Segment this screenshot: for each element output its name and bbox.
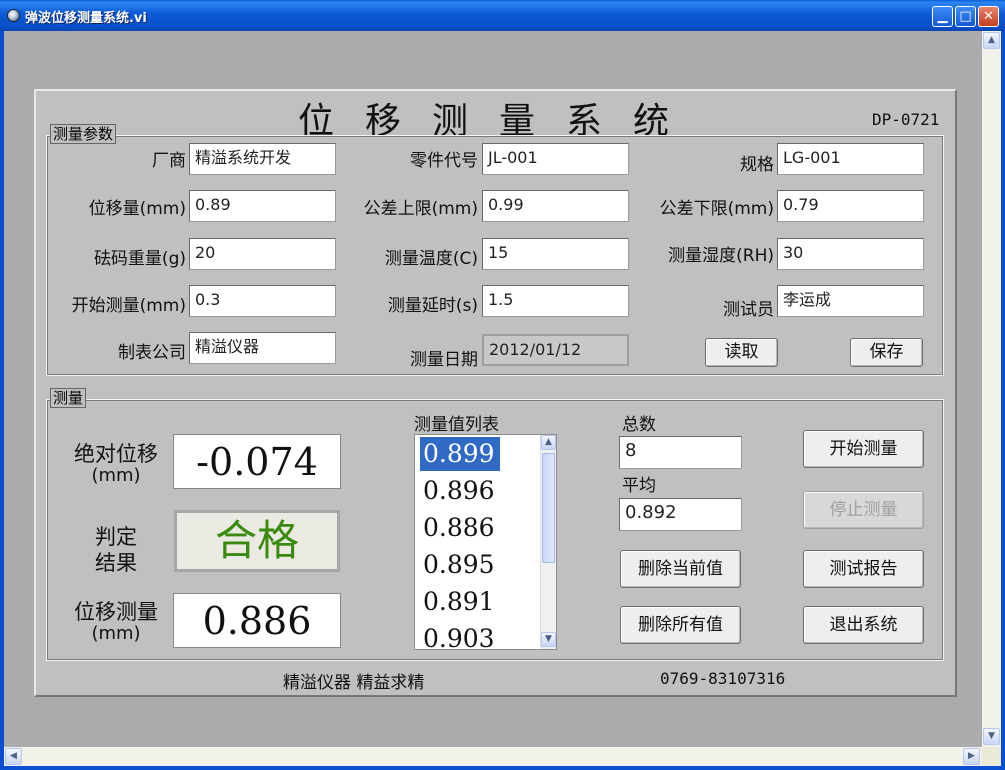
manufacturer-label: 厂商 (152, 151, 186, 171)
average-label: 平均 (622, 476, 656, 496)
lower-tolerance-field[interactable]: 0.79 (777, 190, 924, 222)
date-label: 测量日期 (410, 350, 478, 370)
weight-label: 砝码重量(g) (93, 249, 186, 269)
footer-company: 精溢仪器 精益求精 (283, 673, 425, 693)
close-button[interactable]: ✕ (978, 6, 999, 27)
delay-label: 测量延时(s) (387, 296, 478, 316)
upper-tolerance-field[interactable]: 0.99 (482, 190, 629, 222)
list-item[interactable]: 0.886 (420, 511, 536, 545)
judge-label: 结果 (95, 551, 137, 575)
maximize-icon: □ (959, 9, 972, 24)
delay-field[interactable]: 1.5 (482, 285, 629, 317)
company-field[interactable]: 精溢仪器 (189, 332, 336, 364)
displacement-measure-unit: (mm) (91, 623, 141, 644)
displacement-measure-label: 位移测量 (74, 600, 158, 624)
measure-list-label: 测量值列表 (414, 415, 499, 435)
read-button[interactable]: 读取 (705, 338, 778, 367)
list-scroll-thumb[interactable] (542, 453, 555, 563)
exit-button[interactable]: 退出系统 (803, 606, 924, 644)
measure-group-label: 测量 (50, 388, 87, 408)
tester-field[interactable]: 李运成 (777, 285, 924, 317)
humidity-label: 测量湿度(RH) (668, 246, 774, 266)
list-item[interactable]: 0.903 (420, 622, 536, 649)
scroll-down-icon[interactable]: ▼ (983, 728, 1000, 745)
spec-label: 规格 (740, 155, 774, 175)
window-title: 弹波位移测量系统.vi (25, 11, 147, 26)
list-item[interactable]: 0.896 (420, 474, 536, 508)
list-scroll-up-icon[interactable]: ▲ (541, 435, 556, 450)
scroll-corner (982, 747, 1001, 766)
list-scrollbar[interactable]: ▲ ▼ (540, 435, 556, 649)
abs-displacement-label: 绝对位移 (74, 442, 158, 466)
close-icon: ✕ (983, 9, 994, 24)
window-frame (1001, 31, 1005, 770)
displacement-label: 位移量(mm) (88, 199, 186, 219)
list-item[interactable]: 0.891 (420, 585, 536, 619)
scroll-right-icon[interactable]: ▶ (963, 748, 980, 765)
start-measure-field[interactable]: 0.3 (189, 285, 336, 317)
average-field: 0.892 (619, 498, 742, 531)
app-icon[interactable] (7, 9, 20, 22)
scroll-up-icon[interactable]: ▲ (983, 32, 1000, 49)
minimize-icon: ▁ (937, 9, 948, 24)
part-code-field[interactable]: JL-001 (482, 143, 629, 175)
displacement-field[interactable]: 0.89 (189, 190, 336, 222)
window-frame (0, 766, 1005, 770)
stop-measure-button[interactable]: 停止测量 (803, 491, 924, 529)
displacement-measure-display: 0.886 (173, 593, 341, 648)
total-field: 8 (619, 436, 742, 469)
lower-tolerance-label: 公差下限(mm) (659, 199, 774, 219)
footer-phone: 0769-83107316 (660, 669, 786, 688)
start-measure-button[interactable]: 开始测量 (803, 430, 924, 468)
temperature-field[interactable]: 15 (482, 238, 629, 270)
abs-displacement-display: -0.074 (173, 434, 341, 489)
judge-result-display: 合格 (174, 510, 340, 572)
weight-field[interactable]: 20 (189, 238, 336, 270)
start-measure-label: 开始测量(mm) (71, 296, 186, 316)
measure-list[interactable]: 0.899 0.896 0.886 0.895 0.891 0.903 ▲ ▼ (414, 434, 557, 650)
list-item[interactable]: 0.895 (420, 548, 536, 582)
title-bar: 弹波位移测量系统.vi ▁ □ ✕ (0, 0, 1005, 31)
date-field[interactable]: 2012/01/12 (482, 334, 629, 366)
delete-current-button[interactable]: 删除当前值 (620, 550, 741, 588)
horizontal-scrollbar[interactable]: ◀ ▶ (4, 747, 982, 766)
manufacturer-field[interactable]: 精溢系统开发 (189, 143, 336, 175)
scroll-left-icon[interactable]: ◀ (5, 748, 22, 765)
save-button[interactable]: 保存 (850, 338, 923, 367)
delete-all-button[interactable]: 删除所有值 (620, 606, 741, 644)
params-group-label: 测量参数 (50, 124, 117, 144)
test-report-button[interactable]: 测试报告 (803, 550, 924, 588)
humidity-field[interactable]: 30 (777, 238, 924, 270)
tester-label: 测试员 (723, 300, 774, 320)
list-item[interactable]: 0.899 (420, 437, 500, 471)
temperature-label: 测量温度(C) (384, 249, 478, 269)
upper-tolerance-label: 公差上限(mm) (363, 199, 478, 219)
list-scroll-down-icon[interactable]: ▼ (541, 632, 556, 647)
part-code-label: 零件代号 (410, 151, 478, 171)
maximize-button[interactable]: □ (955, 6, 976, 27)
vertical-scrollbar[interactable]: ▲ ▼ (982, 31, 1001, 747)
total-label: 总数 (622, 415, 656, 435)
minimize-button[interactable]: ▁ (932, 6, 953, 27)
company-label: 制表公司 (118, 343, 186, 363)
spec-field[interactable]: LG-001 (777, 143, 924, 175)
abs-displacement-unit: (mm) (91, 465, 141, 486)
model-number: DP-0721 (872, 110, 940, 129)
